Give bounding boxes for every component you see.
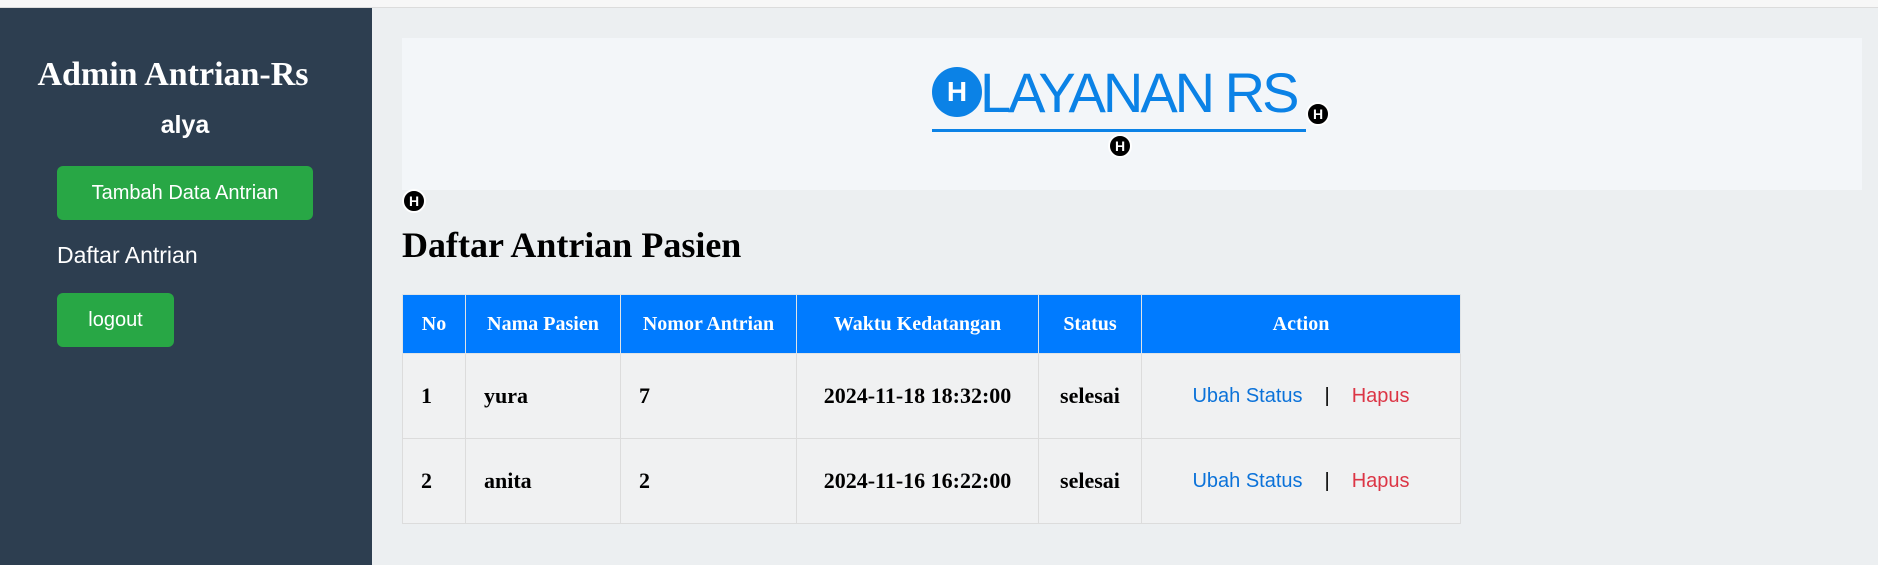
cell-nama: yura (465, 353, 621, 439)
extension-badge-icon: H (1108, 134, 1132, 158)
table-row: 1 yura 7 2024-11-18 18:32:00 selesai Uba… (402, 353, 1461, 439)
sidebar-title: Admin Antrian-Rs (37, 56, 309, 93)
logo-underline (932, 129, 1306, 132)
column-header: Status (1038, 294, 1142, 354)
column-header: Nomor Antrian (620, 294, 797, 354)
action-separator: | (1324, 384, 1330, 407)
ubah-status-link[interactable]: Ubah Status (1192, 470, 1302, 492)
cell-no: 1 (402, 353, 466, 439)
cell-nama: anita (465, 438, 621, 524)
logo-text: LAYANAN RS (980, 61, 1299, 124)
ubah-status-link[interactable]: Ubah Status (1192, 385, 1302, 407)
cell-nomor: 2 (620, 438, 797, 524)
table-header-row: No Nama Pasien Nomor Antrian Waktu Kedat… (402, 294, 1461, 354)
sidebar: Admin Antrian-Rs alya Tambah Data Antria… (0, 8, 372, 565)
cell-action: Ubah Status | Hapus (1141, 353, 1461, 439)
cell-status: selesai (1038, 438, 1142, 524)
column-header: Nama Pasien (465, 294, 621, 354)
queue-table: No Nama Pasien Nomor Antrian Waktu Kedat… (402, 294, 1461, 524)
column-header: No (402, 294, 466, 354)
logo-icon: H (932, 67, 982, 117)
page-title: Daftar Antrian Pasien (402, 225, 742, 265)
username-label: alya (160, 111, 210, 139)
add-queue-button[interactable]: Tambah Data Antrian (57, 166, 313, 220)
action-separator: | (1324, 469, 1330, 492)
column-header: Waktu Kedatangan (796, 294, 1039, 354)
sidebar-item-daftar-antrian[interactable]: Daftar Antrian (57, 242, 198, 269)
cell-action: Ubah Status | Hapus (1141, 438, 1461, 524)
window-top-border (0, 0, 1878, 8)
table-row: 2 anita 2 2024-11-16 16:22:00 selesai Ub… (402, 438, 1461, 524)
hapus-link[interactable]: Hapus (1352, 470, 1410, 492)
extension-badge-icon: H (1306, 102, 1330, 126)
column-header: Action (1141, 294, 1461, 354)
hapus-link[interactable]: Hapus (1352, 385, 1410, 407)
cell-status: selesai (1038, 353, 1142, 439)
cell-waktu: 2024-11-16 16:22:00 (796, 438, 1039, 524)
cell-no: 2 (402, 438, 466, 524)
cell-nomor: 7 (620, 353, 797, 439)
extension-badge-icon: H (402, 189, 426, 213)
logout-button[interactable]: logout (57, 293, 174, 347)
cell-waktu: 2024-11-18 18:32:00 (796, 353, 1039, 439)
